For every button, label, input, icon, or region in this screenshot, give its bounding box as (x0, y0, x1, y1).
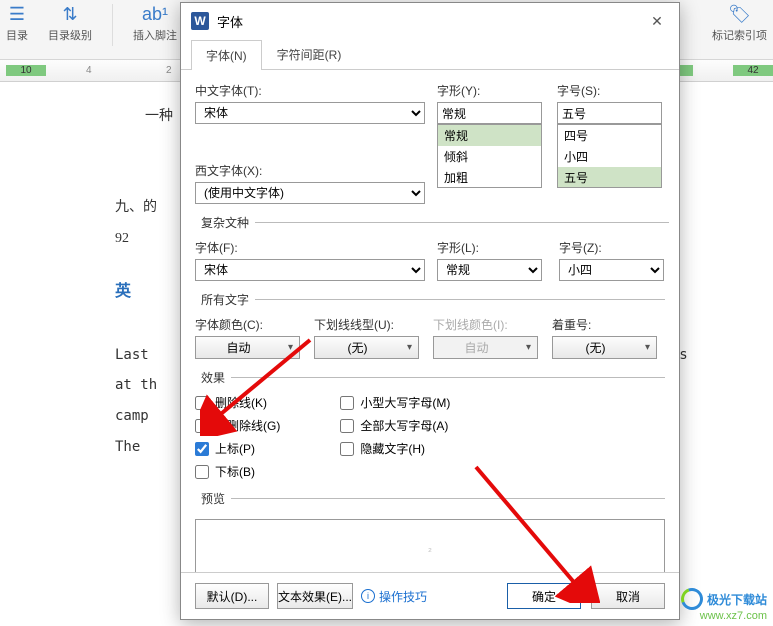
close-button[interactable]: ✕ (645, 9, 669, 33)
style-listbox[interactable]: 常规 倾斜 加粗 (437, 124, 542, 188)
text-effects-button[interactable]: 文本效果(E)... (277, 583, 353, 609)
cn-font-select[interactable]: 宋体 (195, 102, 425, 124)
smallcaps-checkbox[interactable]: 小型大写字母(M) (340, 394, 450, 411)
ruler-mark: 10 (6, 65, 46, 76)
footnote-icon: ab¹ (142, 4, 168, 25)
tab-font[interactable]: 字体(N) (191, 40, 262, 70)
font-f-label: 字体(F): (195, 239, 425, 256)
checkbox-label: 隐藏文字(H) (360, 440, 425, 457)
doc-text: camp (115, 408, 149, 424)
list-item[interactable]: 倾斜 (438, 146, 541, 167)
tips-link[interactable]: i 操作技巧 (361, 588, 427, 605)
section-legend: 所有文字 (195, 291, 255, 308)
chevron-down-icon: ⇅ (62, 4, 77, 25)
ribbon-label: 目录 (6, 27, 28, 43)
ribbon-label: 插入脚注 (133, 27, 177, 43)
west-font-select[interactable]: (使用中文字体) (195, 182, 425, 204)
section-legend: 效果 (195, 369, 231, 386)
toc-icon: ☰ (9, 4, 25, 25)
size-label: 字号(S): (557, 82, 665, 99)
watermark: 极光下载站 www.xz7.com (681, 588, 767, 622)
size-z-label: 字号(Z): (559, 239, 669, 256)
section-all-text: 所有文字 字体颜色(C): 自动 下划线线型(U): (无) 下划线颜色(I):… (195, 291, 665, 359)
swirl-icon (677, 584, 706, 613)
double-strike-checkbox[interactable]: 双删除线(G) (195, 417, 280, 434)
ribbon-item-footnote[interactable]: ab¹ 插入脚注 (133, 4, 177, 43)
default-button[interactable]: 默认(D)... (195, 583, 269, 609)
list-item[interactable]: 加粗 (438, 167, 541, 188)
font-color-dropdown[interactable]: 自动 (195, 336, 300, 359)
font-f-select[interactable]: 宋体 (195, 259, 425, 281)
section-preview: 预览 ₂ 这是一种TrueType字体，同时适用于屏幕和打印机。 (195, 490, 665, 572)
ruler-mark: 4 (86, 65, 126, 76)
checkbox-label: 删除线(K) (215, 394, 267, 411)
ribbon-separator (112, 4, 113, 46)
allcaps-checkbox[interactable]: 全部大写字母(A) (340, 417, 450, 434)
section-effects: 效果 删除线(K) 双删除线(G) 上标(P) 下标(B) 小型大写字母(M) … (195, 369, 665, 480)
info-icon: i (361, 589, 375, 603)
dialog-titlebar: W 字体 ✕ (181, 3, 679, 39)
font-color-label: 字体颜色(C): (195, 316, 300, 333)
dialog-tabs: 字体(N) 字符间距(R) (181, 39, 679, 70)
cancel-button[interactable]: 取消 (591, 583, 665, 609)
checkbox-label: 全部大写字母(A) (360, 417, 448, 434)
dialog-footer: 默认(D)... 文本效果(E)... i 操作技巧 确定 取消 (181, 572, 679, 619)
strike-checkbox[interactable]: 删除线(K) (195, 394, 280, 411)
size-input[interactable] (557, 102, 662, 124)
list-item[interactable]: 常规 (438, 125, 541, 146)
style-label: 字形(Y): (437, 82, 545, 99)
section-complex: 复杂文种 字体(F): 宋体 字形(L): 常规 字号(Z): 小四 (195, 214, 669, 281)
style-input[interactable] (437, 102, 542, 124)
size-listbox[interactable]: 四号 小四 五号 (557, 124, 662, 188)
hidden-checkbox[interactable]: 隐藏文字(H) (340, 440, 450, 457)
index-icon: 🏷 (728, 4, 751, 25)
word-app-icon: W (191, 12, 209, 30)
list-item[interactable]: 四号 (558, 125, 661, 146)
ok-button[interactable]: 确定 (507, 583, 581, 609)
underline-color-dropdown: 自动 (433, 336, 538, 359)
emphasis-label: 着重号: (552, 316, 657, 333)
list-item[interactable]: 小四 (558, 146, 661, 167)
emphasis-dropdown[interactable]: (无) (552, 336, 657, 359)
underline-dropdown[interactable]: (无) (314, 336, 419, 359)
dialog-title: 字体 (217, 12, 243, 31)
section-legend: 预览 (195, 490, 231, 507)
ribbon-label: 目录级别 (48, 27, 92, 43)
checkbox-label: 小型大写字母(M) (360, 394, 450, 411)
doc-text: Last (115, 347, 149, 363)
shape-l-label: 字形(L): (437, 239, 547, 256)
tab-spacing[interactable]: 字符间距(R) (262, 39, 357, 69)
ribbon-item-toc-level[interactable]: ⇅ 目录级别 (48, 4, 92, 43)
list-item[interactable]: 五号 (558, 167, 661, 188)
cn-font-label: 中文字体(T): (195, 82, 425, 99)
preview-box: ₂ (195, 519, 665, 572)
checkbox-label: 下标(B) (215, 463, 255, 480)
ruler-mark: 42 (733, 65, 773, 76)
section-legend: 复杂文种 (195, 214, 255, 231)
shape-l-select[interactable]: 常规 (437, 259, 542, 281)
checkbox-label: 双删除线(G) (215, 417, 280, 434)
superscript-checkbox[interactable]: 上标(P) (195, 440, 280, 457)
subscript-checkbox[interactable]: 下标(B) (195, 463, 280, 480)
size-z-select[interactable]: 小四 (559, 259, 664, 281)
underline-label: 下划线线型(U): (314, 316, 419, 333)
checkbox-label: 上标(P) (215, 440, 255, 457)
ribbon-item-toc[interactable]: ☰ 目录 (6, 4, 28, 43)
underline-color-label: 下划线颜色(I): (433, 316, 538, 333)
ribbon-label: 标记索引项 (712, 27, 767, 43)
ribbon-item-index[interactable]: 🏷 标记索引项 (712, 4, 767, 43)
west-font-label: 西文字体(X): (195, 162, 425, 179)
font-dialog: W 字体 ✕ 字体(N) 字符间距(R) 中文字体(T): 宋体 西文字体(X)… (180, 2, 680, 620)
tips-label: 操作技巧 (379, 588, 427, 605)
